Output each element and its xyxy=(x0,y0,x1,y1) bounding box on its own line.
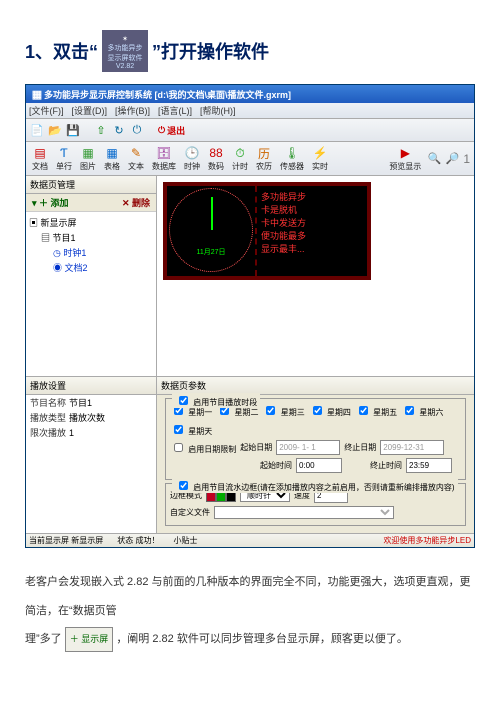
toolbar-main: ▤文档 Ƭ单行 ▦图片 ▦表格 ✎文本 🗄数据库 🕒时钟 88数码 ⏱计时 历农… xyxy=(26,142,474,176)
window-title: 多功能异步显示屏控制系统 [d:\我的文档\桌面\播放文件.gxrm] xyxy=(44,88,291,101)
tb-sensor[interactable]: 🌡传感器 xyxy=(278,144,306,173)
menu-lang[interactable]: [语言(L)] xyxy=(158,104,192,117)
tree-clock1[interactable]: ◷ 时钟1 xyxy=(53,245,153,260)
tb-tupian[interactable]: ▦图片 xyxy=(78,144,98,173)
zoom-in-icon[interactable]: 🔍 xyxy=(427,152,441,166)
statusbar: 当前显示屏 新显示屏 状态 成功！ 小贴士 欢迎使用多功能异步LED xyxy=(26,533,474,547)
menubar: [文件(F)] [设置(D)] [操作(B)] [语言(L)] [帮助(H)] xyxy=(26,103,474,119)
menu-help[interactable]: [帮助(H)] xyxy=(200,104,236,117)
open-icon[interactable]: 📂 xyxy=(48,123,62,137)
status-tip: 小贴士 xyxy=(173,535,197,546)
time-row: 起始时间 终止时间 xyxy=(170,458,461,473)
end-time-input[interactable] xyxy=(406,458,452,473)
add-button[interactable]: ▾ ＋ 添加 xyxy=(32,196,69,209)
weekday-row: 星期一 星期二 星期三 星期四 星期五 星期六 星期天 xyxy=(170,403,461,437)
toolbar-top: 📄 📂 💾 ⇧ ↻ ⏻ ⏻ 退出 xyxy=(26,119,474,142)
play-limit-value: 1 xyxy=(69,428,74,438)
status-screen-val: 新显示屏 xyxy=(71,536,103,545)
schedule-group: 启用节目播放时段 星期一 星期二 星期三 星期四 星期五 星期六 星期天 启用日… xyxy=(165,398,466,480)
tb-wendang[interactable]: ▤文档 xyxy=(30,144,50,173)
doc-paragraph: 老客户会发现嵌入式 2.82 与前面的几种版本的界面完全不同，功能更强大，选项更… xyxy=(25,568,475,654)
tree-program[interactable]: ▤ 节目1 xyxy=(41,230,153,245)
tb-danhang[interactable]: Ƭ单行 xyxy=(54,144,74,173)
menu-run[interactable]: [操作(B)] xyxy=(115,104,150,117)
tree-view[interactable]: ▣ 新显示屏 ▤ 节目1 ◷ 时钟1 ◉ 文档2 xyxy=(26,212,156,376)
led-text: 多功能异步 卡是脱机 卡中发送方 便功能最多 显示最丰... xyxy=(255,186,367,276)
exit-button[interactable]: ⏻ 退出 xyxy=(158,124,185,137)
page-params-panel: 数据页参数 启用节目播放时段 星期一 星期二 星期三 星期四 星期五 星期六 星… xyxy=(157,377,474,533)
status-welcome: 欢迎使用多功能异步LED xyxy=(383,535,471,546)
app-window: ▦ 多功能异步显示屏控制系统 [d:\我的文档\桌面\播放文件.gxrm] [文… xyxy=(25,84,475,548)
save-icon[interactable]: 💾 xyxy=(66,123,80,137)
tb-jishi[interactable]: ⏱计时 xyxy=(230,144,250,173)
start-date-input[interactable] xyxy=(276,440,340,455)
main-area: 数据页管理 ▾ ＋ 添加 ✕ 删除 ▣ 新显示屏 ▤ 节目1 ◷ 时钟1 ◉ 文… xyxy=(26,176,474,376)
status-state-val: 成功！ xyxy=(135,536,159,545)
chk-thu[interactable] xyxy=(313,406,322,415)
tb-biaoge[interactable]: ▦表格 xyxy=(102,144,122,173)
titlebar: ▦ 多功能异步显示屏控制系统 [d:\我的文档\桌面\播放文件.gxrm] xyxy=(26,85,474,103)
tb-preview[interactable]: ▶预览显示 xyxy=(387,144,423,173)
doc-step-heading: 1、双击“ ✶ 多功能异步 显示屏软件 V2.82 ”打开操作软件 xyxy=(25,30,475,72)
side-tools: ▾ ＋ 添加 ✕ 删除 xyxy=(26,194,156,212)
menu-file[interactable]: [文件(F)] xyxy=(29,104,64,117)
play-settings-head: 播放设置 xyxy=(26,377,156,395)
enable-schedule-check[interactable] xyxy=(179,396,188,405)
canvas-area[interactable]: 11月27日 多功能异步 卡是脱机 卡中发送方 便功能最多 显示最丰... xyxy=(157,176,474,376)
play-settings-panel: 播放设置 节目名称节目1 播放类型播放次数 限次播放1 xyxy=(26,377,157,533)
bottom-panels: 播放设置 节目名称节目1 播放类型播放次数 限次播放1 数据页参数 启用节目播放… xyxy=(26,376,474,533)
sidepanel: 数据页管理 ▾ ＋ 添加 ✕ 删除 ▣ 新显示屏 ▤ 节目1 ◷ 时钟1 ◉ 文… xyxy=(26,176,157,376)
app-icon: ▦ xyxy=(30,87,44,101)
date-row: 启用日期限制 起始日期 终止日期 xyxy=(170,440,461,455)
chk-sat[interactable] xyxy=(405,406,414,415)
clock-date: 11月27日 xyxy=(170,247,252,257)
tree-doc2[interactable]: ◉ 文档2 xyxy=(53,260,153,275)
end-date-input[interactable] xyxy=(380,440,444,455)
refresh-icon[interactable]: ↻ xyxy=(112,123,126,137)
delete-button[interactable]: ✕ 删除 xyxy=(122,196,150,209)
program-name-value: 节目1 xyxy=(69,396,92,409)
enable-border-check[interactable] xyxy=(179,481,188,490)
side-head: 数据页管理 xyxy=(26,176,156,194)
tb-shujuku[interactable]: 🗄数据库 xyxy=(150,144,178,173)
zoom-out-icon[interactable]: 🔎 xyxy=(445,152,459,166)
tb-shuma[interactable]: 88数码 xyxy=(206,144,226,173)
tree-root[interactable]: ▣ 新显示屏 xyxy=(29,215,153,230)
add-screen-button-example: ＋ 显示屏 xyxy=(65,627,114,652)
new-icon[interactable]: 📄 xyxy=(30,123,44,137)
custom-row: 自定义文件 xyxy=(170,506,461,519)
start-time-input[interactable] xyxy=(296,458,342,473)
led-preview: 11月27日 多功能异步 卡是脱机 卡中发送方 便功能最多 显示最丰... xyxy=(163,182,371,280)
border-group: 启用节目流水边框(请在添加播放内容之前启用，否则请重新编排播放内容) 边框模式 … xyxy=(165,483,466,526)
chk-wed[interactable] xyxy=(266,406,275,415)
play-type-value: 播放次数 xyxy=(69,411,105,424)
custom-file-select[interactable] xyxy=(214,506,394,519)
upload-icon[interactable]: ⇧ xyxy=(94,123,108,137)
heading-prefix: 1、双击“ xyxy=(25,38,98,64)
power-icon[interactable]: ⏻ xyxy=(130,123,144,137)
tb-wenben[interactable]: ✎文本 xyxy=(126,144,146,173)
chk-date-limit[interactable] xyxy=(174,443,183,452)
tb-nongli[interactable]: 历农历 xyxy=(254,144,274,173)
tb-realtime[interactable]: ⚡实时 xyxy=(310,144,330,173)
menu-setting[interactable]: [设置(D)] xyxy=(72,104,108,117)
heading-suffix: ”打开操作软件 xyxy=(152,38,269,64)
zoom-value: 1 xyxy=(463,152,470,166)
desktop-shortcut-icon: ✶ 多功能异步 显示屏软件 V2.82 xyxy=(102,30,148,72)
tb-clock[interactable]: 🕒时钟 xyxy=(182,144,202,173)
clock-face: 11月27日 xyxy=(169,188,253,272)
chk-fri[interactable] xyxy=(359,406,368,415)
chk-sun[interactable] xyxy=(174,425,183,434)
